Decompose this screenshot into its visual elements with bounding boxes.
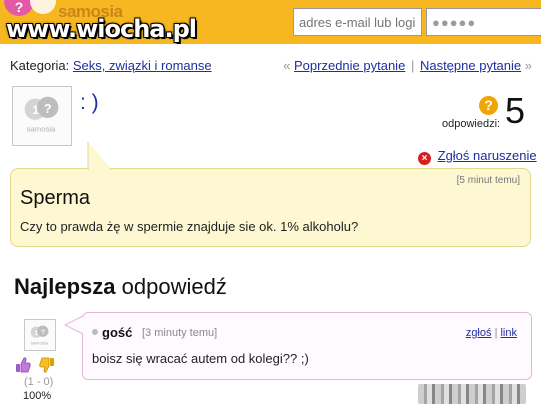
question-navigation: « Poprzednie pytanie | Następne pytanie … — [283, 58, 532, 73]
answer-report-link[interactable]: zgłoś — [466, 327, 492, 339]
answer-links-separator: | — [494, 327, 498, 339]
best-answer-box: gość [3 minuty temu] zgłoś | link boisz … — [82, 312, 532, 380]
answer-author[interactable]: gość — [102, 325, 132, 340]
question-author-name[interactable]: : ) — [80, 91, 99, 115]
svg-text:1: 1 — [32, 104, 39, 117]
category-row: Kategoria: Seks, związki i romanse — [10, 58, 212, 73]
answer-bullet-icon — [92, 329, 98, 335]
question-time: [5 minut temu] — [456, 175, 520, 186]
best-answer-heading: Najlepsza odpowiedź — [14, 274, 227, 300]
answers-count: 5 — [505, 90, 526, 131]
svg-text:?: ? — [44, 102, 52, 116]
question-bubble-tail — [87, 142, 111, 170]
question-box: [5 minut temu] Sperma Czy to prawda żę w… — [10, 168, 531, 247]
thumbs-up-icon[interactable] — [14, 356, 32, 374]
next-marker: » — [524, 58, 532, 73]
answer-body: boisz się wracać autem od kolegi?? ;) — [92, 351, 309, 366]
nav-separator: | — [410, 58, 415, 73]
login-password-input[interactable] — [426, 8, 541, 36]
thumbs-down-icon[interactable] — [38, 356, 56, 374]
answer-bubble-tail — [64, 315, 84, 335]
answers-label: odpowiedzi: — [442, 118, 501, 130]
report-link[interactable]: Zgłoś naruszenie — [438, 148, 537, 163]
prev-question-link[interactable]: Poprzednie pytanie — [294, 58, 405, 73]
watermark: www.wiocha.pl — [6, 15, 197, 43]
answer-links: zgłoś | link — [466, 327, 517, 339]
avatar-placeholder-icon: 1 ? samosia — [30, 325, 49, 345]
question-author-avatar[interactable]: 1 ? samosia — [12, 86, 72, 146]
prev-marker: « — [283, 58, 291, 73]
category-link[interactable]: Seks, związki i romanse — [73, 58, 212, 73]
best-answer-heading-bold: Najlepsza — [14, 274, 116, 299]
logo-bubble-icon — [30, 0, 56, 14]
next-question-link[interactable]: Następne pytanie — [420, 58, 521, 73]
report-question[interactable]: × Zgłoś naruszenie — [418, 148, 537, 165]
answer-author-avatar[interactable]: 1 ? samosia — [24, 319, 56, 351]
site-logo[interactable]: ? samosia www.wiocha.pl — [0, 0, 290, 44]
svg-text:1: 1 — [34, 330, 38, 337]
vote-percent: 100% — [23, 390, 52, 402]
svg-text:samosia: samosia — [31, 340, 49, 345]
svg-text:?: ? — [41, 329, 45, 336]
svg-text:samosia: samosia — [27, 124, 56, 133]
answer-time: [3 minuty temu] — [142, 327, 218, 339]
blurred-advertisement — [418, 384, 526, 404]
vote-counts: (1 - 0) — [24, 376, 54, 388]
category-label: Kategoria: — [10, 58, 70, 73]
best-answer-heading-rest: odpowiedź — [121, 274, 227, 299]
question-body: Czy to prawda żę w spermie znajduje sie … — [20, 219, 359, 234]
answers-question-icon: ? — [479, 96, 498, 115]
report-x-icon: × — [418, 152, 431, 165]
top-bar: ? samosia www.wiocha.pl — [0, 0, 541, 44]
answer-permalink[interactable]: link — [500, 327, 517, 339]
login-email-input[interactable] — [293, 8, 422, 36]
question-title: Sperma — [20, 187, 91, 209]
avatar-placeholder-icon: 1 ? samosia — [24, 96, 59, 133]
